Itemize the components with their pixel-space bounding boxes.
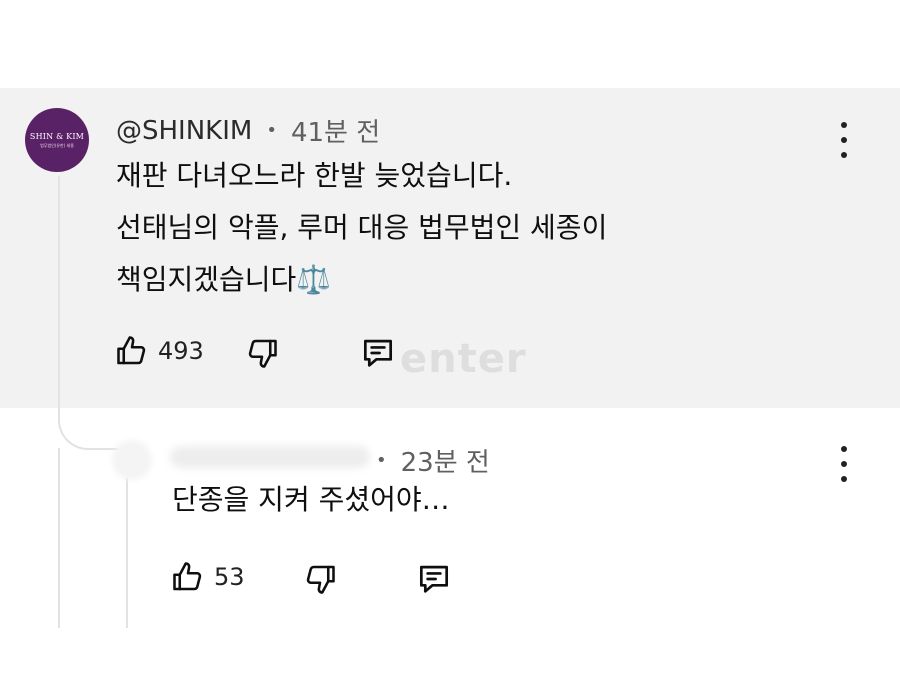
thumbs-up-icon: [173, 562, 202, 591]
thread-connector: [58, 408, 118, 450]
comment-line: 책임지겠습니다⚖️: [116, 263, 332, 296]
reply-thread-line: [126, 478, 128, 628]
reply-button[interactable]: [414, 560, 454, 598]
thumbs-down-icon: [248, 339, 277, 368]
comment-body: 재판 다녀오느라 한발 늦었습니다. 선태님의 악플, 루머 대응 법무법인 세…: [116, 150, 607, 306]
more-vertical-icon[interactable]: [834, 122, 854, 158]
reply-button[interactable]: [358, 334, 398, 372]
thread-line: [58, 448, 60, 628]
comment-line: 재판 다녀오느라 한발 늦었습니다.: [116, 159, 513, 192]
thread-line: [58, 176, 60, 418]
like-count: 53: [214, 563, 245, 591]
comment-meta: @SHINKIM • 41분 전: [116, 112, 380, 149]
reply-text: 단종을 지켜 주셨어야…: [172, 483, 450, 516]
reply-icon: [419, 565, 449, 593]
avatar-logo-subtext: 법무법인(유한) 세종: [40, 142, 74, 148]
meta-separator: •: [266, 120, 277, 141]
comment-timestamp[interactable]: 41분 전: [291, 112, 380, 149]
reply-author-redacted: [170, 446, 370, 468]
like-button[interactable]: 493: [114, 333, 204, 369]
thumbs-down-icon: [306, 565, 335, 594]
reply-avatar[interactable]: [112, 440, 152, 480]
more-vertical-icon[interactable]: [834, 446, 854, 482]
avatar-logo-text: SHIN & KIM: [29, 131, 85, 141]
like-count: 493: [158, 337, 204, 365]
meta-separator: •: [376, 450, 387, 471]
watermark: enter: [400, 336, 527, 382]
like-button[interactable]: 53: [170, 559, 245, 595]
comment-line: 선태님의 악플, 루머 대응 법무법인 세종이: [116, 211, 608, 244]
dislike-button[interactable]: [302, 561, 338, 597]
avatar[interactable]: SHIN & KIM 법무법인(유한) 세종: [25, 108, 89, 172]
reply-icon: [363, 339, 393, 367]
thumbs-up-icon: [117, 336, 146, 365]
reply-body: 단종을 지켜 주셨어야…: [172, 474, 450, 526]
comment-author[interactable]: @SHINKIM: [116, 116, 252, 146]
dislike-button[interactable]: [244, 335, 280, 371]
